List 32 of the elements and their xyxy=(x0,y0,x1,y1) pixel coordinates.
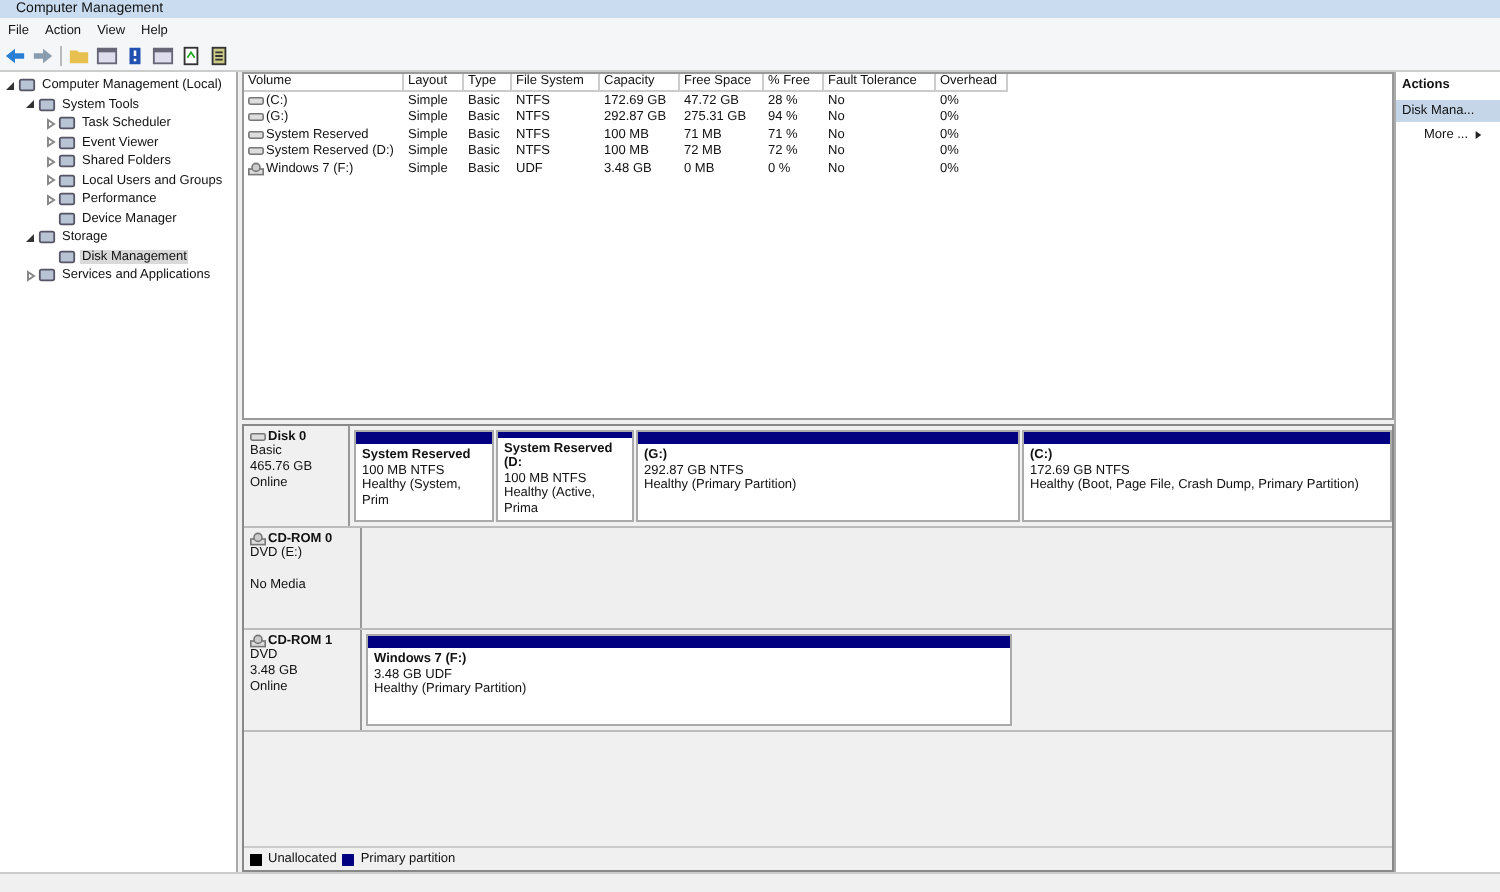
back-icon[interactable] xyxy=(4,46,26,66)
node-icon xyxy=(58,152,76,171)
expand-icon[interactable] xyxy=(44,154,58,169)
collapse-icon[interactable] xyxy=(24,97,38,112)
help-icon[interactable] xyxy=(124,46,146,66)
cd-drive-icon xyxy=(250,634,266,648)
node-icon xyxy=(58,133,76,152)
expand-icon[interactable] xyxy=(44,116,58,131)
cd-drive-icon xyxy=(250,532,266,546)
node-icon xyxy=(38,228,56,247)
node-icon xyxy=(58,114,76,133)
cd-drive-icon xyxy=(248,161,264,176)
collapse-icon[interactable] xyxy=(4,78,18,93)
node-icon xyxy=(58,171,76,190)
node-icon xyxy=(58,190,76,209)
node-icon xyxy=(58,209,76,228)
node-icon xyxy=(38,95,56,114)
caret-icon xyxy=(1474,130,1483,140)
expand-icon[interactable] xyxy=(44,192,58,207)
node-icon xyxy=(38,266,56,285)
drive-icon xyxy=(250,430,266,444)
expand-icon[interactable] xyxy=(24,268,38,283)
node-icon xyxy=(18,76,36,95)
window-icon[interactable] xyxy=(152,46,174,66)
node-icon xyxy=(58,247,76,266)
forward-icon[interactable] xyxy=(32,46,54,66)
grid-icon[interactable] xyxy=(208,46,230,66)
window-icon[interactable] xyxy=(96,46,118,66)
expand-icon[interactable] xyxy=(44,173,58,188)
document-icon[interactable] xyxy=(180,46,202,66)
expand-icon[interactable] xyxy=(44,135,58,150)
collapse-icon[interactable] xyxy=(24,230,38,245)
